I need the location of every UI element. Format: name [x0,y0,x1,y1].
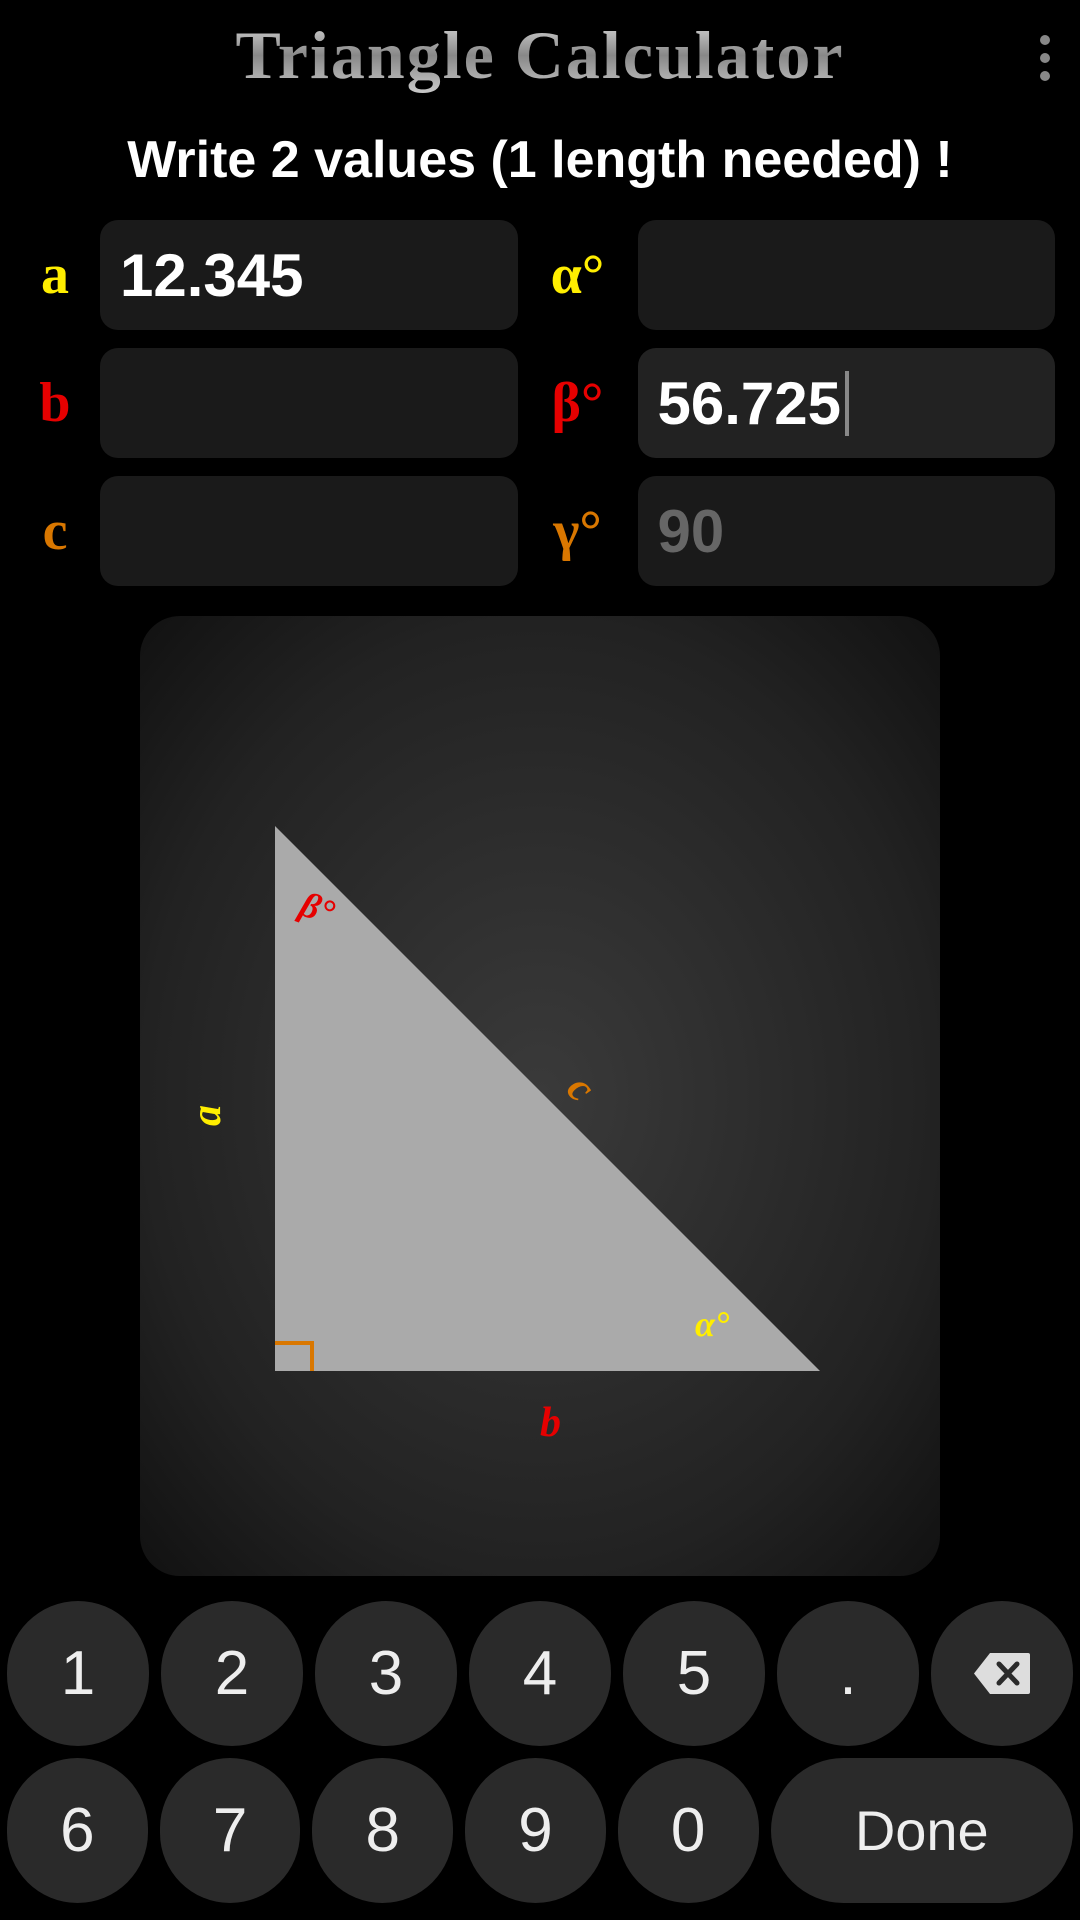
input-c[interactable] [100,476,518,586]
key-0[interactable]: 0 [618,1758,759,1903]
diagram-side-a-label: a [184,1105,230,1126]
instruction-text: Write 2 values (1 length needed) ! [0,130,1080,190]
key-3[interactable]: 3 [315,1601,457,1746]
key-7[interactable]: 7 [160,1758,301,1903]
key-8[interactable]: 8 [312,1758,453,1903]
numeric-keypad: 1 2 3 4 5 . 6 7 8 9 0 Done [0,1591,1080,1920]
label-beta: β° [533,371,623,435]
backspace-icon [972,1651,1032,1696]
text-cursor-icon [845,371,849,436]
input-beta[interactable]: 56.725 [638,348,1056,458]
label-alpha: α° [533,243,623,307]
key-6[interactable]: 6 [7,1758,148,1903]
key-9[interactable]: 9 [465,1758,606,1903]
key-5[interactable]: 5 [623,1601,765,1746]
triangle-svg: a b c α° β° [140,616,940,1576]
menu-vertical-icon[interactable] [1040,35,1050,81]
key-backspace[interactable] [931,1601,1073,1746]
diagram-side-c-label: c [558,1066,604,1112]
diagram-angle-alpha-label: α° [695,1304,730,1344]
key-4[interactable]: 4 [469,1601,611,1746]
label-c: c [25,499,85,563]
input-a[interactable]: 12.345 [100,220,518,330]
label-b: b [25,371,85,435]
label-a: a [25,243,85,307]
app-title: Triangle Calculator [236,16,845,95]
key-dot[interactable]: . [777,1601,919,1746]
key-1[interactable]: 1 [7,1601,149,1746]
input-alpha[interactable] [638,220,1056,330]
header: Triangle Calculator [0,0,1080,110]
input-gamma[interactable]: 90 [638,476,1056,586]
label-gamma: γ° [533,499,623,563]
input-b[interactable] [100,348,518,458]
diagram-side-b-label: b [540,1400,561,1446]
triangle-diagram: a b c α° β° [140,616,940,1576]
inputs-grid: a 12.345 α° b β° 56.725 c γ° 90 [0,220,1080,586]
key-2[interactable]: 2 [161,1601,303,1746]
key-done[interactable]: Done [771,1758,1074,1903]
